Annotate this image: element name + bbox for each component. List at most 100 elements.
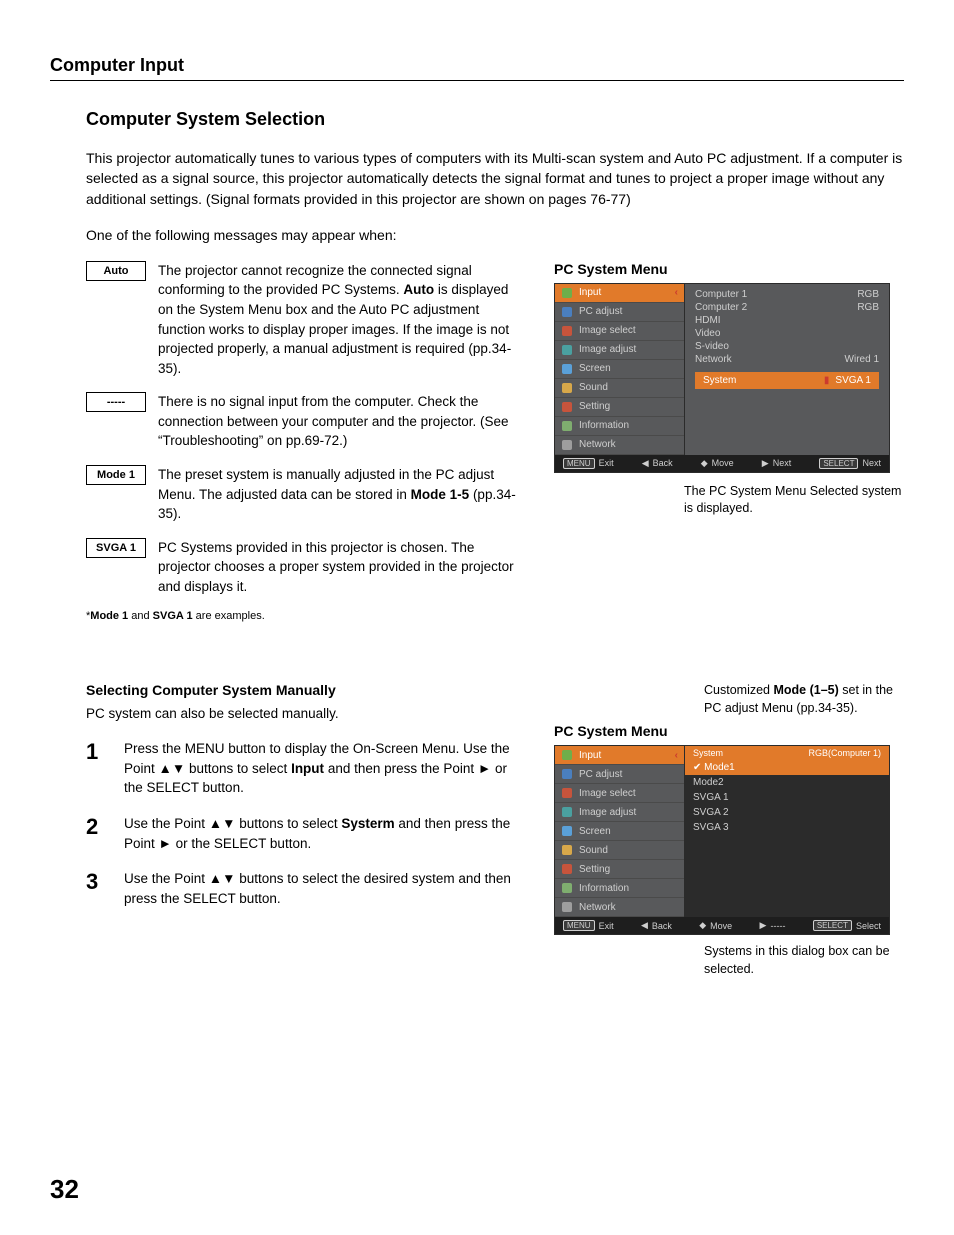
definition-label: Auto — [86, 261, 146, 281]
osd-menu-label: Input — [579, 750, 601, 761]
menu-item-icon — [561, 325, 573, 337]
section-header: Computer Input — [50, 55, 904, 81]
osd-menu-item: Sound — [555, 379, 684, 398]
pc-system-menu-1: Input‹PC adjustImage selectImage adjustS… — [554, 283, 890, 473]
osd-system-option: SVGA 1 — [685, 790, 889, 805]
osd-value-row: S-video — [695, 340, 879, 353]
pc-system-menu-2: Input ‹ PC adjust Image select Image adjust S… — [554, 745, 890, 935]
osd-value-row: Video — [695, 327, 879, 340]
menu-item-icon — [561, 382, 573, 394]
osd-menu-item: Network — [555, 436, 684, 455]
osd-menu-item: PC adjust — [555, 765, 684, 784]
updown-triangle-icon: ◆ — [701, 458, 708, 469]
menu-item-icon — [561, 825, 573, 837]
page-title: Computer System Selection — [86, 109, 904, 130]
page-number: 32 — [50, 1174, 79, 1205]
step-row: 2 Use the Point ▲▼ buttons to select Sys… — [86, 814, 526, 853]
osd-menu-label: Image select — [579, 788, 636, 799]
menu-badge-icon: MENU — [563, 920, 595, 931]
menu-item-icon — [561, 901, 573, 913]
osd-menu-label: Network — [579, 902, 616, 913]
osd-menu-item: Setting — [555, 398, 684, 417]
osd-system-option: SVGA 2 — [685, 805, 889, 820]
menu-badge-icon: MENU — [563, 458, 595, 469]
osd-menu-label: Input — [579, 287, 601, 298]
definition-text: The preset system is manually adjusted i… — [158, 465, 526, 524]
definition-label: ----- — [86, 392, 146, 412]
select-badge-icon: SELECT — [813, 920, 852, 931]
left-triangle-icon: ◀ — [641, 920, 648, 931]
definition-row: Auto The projector cannot recognize the … — [86, 261, 526, 378]
osd-menu-label: Sound — [579, 382, 608, 393]
step-number: 2 — [86, 814, 108, 853]
step-row: 1 Press the MENU button to display the O… — [86, 739, 526, 798]
menu-item-icon — [561, 420, 573, 432]
menu-item-icon — [561, 749, 573, 761]
menu-item-icon — [561, 306, 573, 318]
definitions-column: Auto The projector cannot recognize the … — [86, 261, 526, 622]
osd-menu-label: Image adjust — [579, 344, 636, 355]
footer-next: Next — [773, 458, 792, 468]
caret-left-icon: ‹ — [675, 287, 678, 298]
step-number: 1 — [86, 739, 108, 798]
osd-value-row: NetworkWired 1 — [695, 353, 879, 366]
definition-text: PC Systems provided in this projector is… — [158, 538, 526, 597]
step-number: 3 — [86, 869, 108, 908]
menu2-top-caption: Customized Mode (1–5) set in the PC adju… — [554, 682, 904, 717]
caret-left-icon: ‹ — [675, 750, 678, 761]
right-triangle-icon: ▶ — [760, 920, 767, 931]
menu1-caption: The PC System Menu Selected system is di… — [554, 483, 904, 518]
definition-row: SVGA 1 PC Systems provided in this proje… — [86, 538, 526, 597]
intro-paragraph: This projector automatically tunes to va… — [86, 148, 904, 209]
osd-menu-label: Setting — [579, 864, 610, 875]
definitions-footnote: *Mode 1 and SVGA 1 are examples. — [86, 610, 526, 622]
osd-system-option: Mode2 — [685, 775, 889, 790]
definition-label: Mode 1 — [86, 465, 146, 485]
osd-menu-item: Screen — [555, 360, 684, 379]
osd-menu-item: Input ‹ — [555, 284, 684, 303]
osd-value-row: Computer 1RGB — [695, 288, 879, 301]
footer2-select: Select — [856, 921, 881, 931]
osd-menu-label: Screen — [579, 363, 611, 374]
footer2-back: Back — [652, 921, 672, 931]
select-badge-icon: SELECT — [819, 458, 858, 469]
osd-menu-label: Sound — [579, 845, 608, 856]
menu-item-icon — [561, 787, 573, 799]
osd-system-row: System▮SVGA 1 — [695, 372, 879, 389]
menu-item-icon — [561, 344, 573, 356]
definition-row: Mode 1 The preset system is manually adj… — [86, 465, 526, 524]
updown-triangle-icon: ◆ — [699, 920, 706, 931]
osd-menu-label: Network — [579, 439, 616, 450]
osd-menu-item: Sound — [555, 841, 684, 860]
osd-menu-item: Setting — [555, 860, 684, 879]
osd-system-option: SVGA 3 — [685, 820, 889, 835]
footer2-dash: ----- — [770, 921, 785, 931]
menu-item-icon — [561, 882, 573, 894]
footer-move: Move — [712, 458, 734, 468]
osd-value-row: HDMI — [695, 314, 879, 327]
osd-menu-item: Image adjust — [555, 341, 684, 360]
menu2-caption: Systems in this dialog box can be select… — [554, 943, 904, 978]
osd-menu-item: Input ‹ — [555, 746, 684, 765]
menu-item-icon — [561, 844, 573, 856]
menu2-heading: PC System Menu — [554, 723, 668, 739]
definition-text: The projector cannot recognize the conne… — [158, 261, 526, 378]
osd2-selected: ✔ Mode1 — [685, 760, 889, 775]
osd-menu-label: Screen — [579, 826, 611, 837]
osd-menu-item: Network — [555, 898, 684, 917]
menu-item-icon — [561, 863, 573, 875]
definition-row: ----- There is no signal input from the … — [86, 392, 526, 451]
footer-exit: Exit — [599, 458, 614, 468]
osd-menu-label: Information — [579, 420, 629, 431]
right-triangle-icon: ▶ — [762, 458, 769, 469]
step-text: Use the Point ▲▼ buttons to select Syste… — [124, 814, 526, 853]
menu-item-icon — [561, 806, 573, 818]
footer2-move: Move — [710, 921, 732, 931]
menu-item-icon — [561, 439, 573, 451]
definition-text: There is no signal input from the comput… — [158, 392, 526, 451]
footer2-exit: Exit — [599, 921, 614, 931]
osd-menu-label: Image adjust — [579, 807, 636, 818]
manual-sub: PC system can also be selected manually. — [86, 706, 526, 721]
footer-back: Back — [653, 458, 673, 468]
osd-menu-item: Information — [555, 417, 684, 436]
